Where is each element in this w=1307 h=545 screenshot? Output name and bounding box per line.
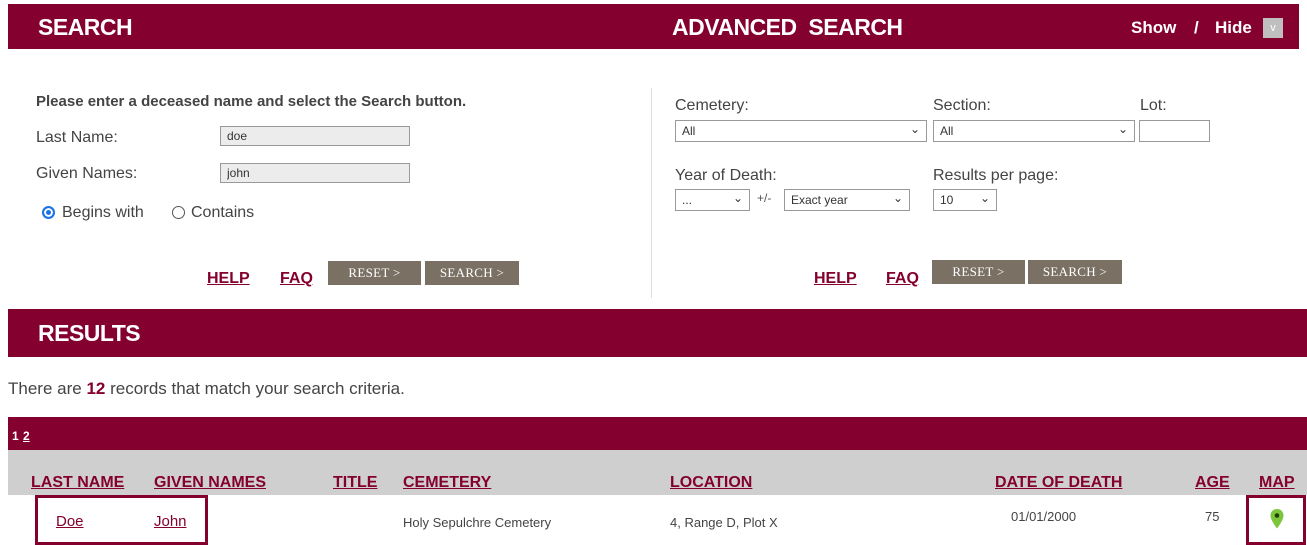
year-of-death-label: Year of Death:: [675, 167, 777, 184]
summary-suffix: records that match your search criteria.: [105, 379, 405, 398]
section-select-value: All: [940, 124, 954, 138]
results-per-page-value: 10: [940, 193, 954, 207]
given-names-input[interactable]: [220, 163, 410, 183]
col-cemetery[interactable]: CEMETERY: [403, 474, 491, 492]
toggle-advanced-button[interactable]: v: [1263, 18, 1283, 38]
col-age[interactable]: AGE: [1195, 474, 1230, 492]
results-per-page-select[interactable]: 10 ⌄: [933, 189, 997, 211]
age-cell: 75: [1205, 509, 1220, 524]
hide-link[interactable]: Hide: [1215, 18, 1252, 38]
search-title: SEARCH: [38, 14, 133, 40]
chevron-down-icon: ⌄: [1117, 122, 1128, 136]
advanced-faq-link[interactable]: FAQ: [886, 270, 919, 288]
page-1: 1: [12, 429, 19, 443]
reset-button[interactable]: RESET >: [328, 261, 421, 285]
chevron-down-icon: ⌄: [892, 191, 903, 205]
advanced-search-panel: Cemetery: All ⌄ Section: All ⌄ Lot: Year…: [660, 50, 1300, 300]
advanced-search-title: ADVANCED SEARCH: [672, 14, 903, 40]
results-summary: There are 12 records that match your sea…: [8, 379, 405, 399]
page-2-link[interactable]: 2: [23, 429, 30, 443]
contains-radio[interactable]: [172, 206, 185, 219]
year-select[interactable]: ... ⌄: [675, 189, 750, 211]
year-range-value: Exact year: [791, 193, 848, 207]
chevron-down-icon: ⌄: [979, 191, 990, 205]
panel-divider: [651, 88, 652, 298]
begins-with-label[interactable]: Begins with: [62, 204, 144, 222]
cemetery-select-value: All: [682, 124, 696, 138]
section-select[interactable]: All ⌄: [933, 120, 1135, 142]
col-location[interactable]: LOCATION: [670, 474, 752, 492]
lot-label: Lot:: [1140, 97, 1167, 114]
pagination-bar: 1 2: [8, 417, 1307, 450]
advanced-help-link[interactable]: HELP: [814, 270, 857, 288]
last-name-label: Last Name:: [36, 129, 118, 146]
col-given-names[interactable]: GIVEN NAMES: [154, 474, 266, 492]
col-title[interactable]: TITLE: [333, 474, 377, 492]
show-hide-separator: /: [1194, 18, 1199, 37]
col-last-name[interactable]: LAST NAME: [31, 474, 124, 492]
search-instructions: Please enter a deceased name and select …: [36, 93, 467, 110]
map-highlight-box: [1246, 495, 1306, 545]
result-count: 12: [86, 379, 106, 398]
cemetery-cell: Holy Sepulchre Cemetery: [403, 515, 552, 530]
search-button[interactable]: SEARCH >: [425, 261, 519, 285]
advanced-reset-button[interactable]: RESET >: [932, 260, 1025, 284]
results-title: RESULTS: [38, 320, 141, 346]
col-map[interactable]: MAP: [1259, 474, 1295, 492]
cemetery-label: Cemetery:: [675, 97, 749, 114]
year-select-value: ...: [682, 193, 693, 207]
date-of-death-cell: 01/01/2000: [1011, 509, 1077, 524]
help-link[interactable]: HELP: [207, 270, 250, 288]
location-cell: 4, Range D, Plot X: [670, 515, 778, 530]
name-highlight-box: [35, 495, 208, 545]
chevron-down-icon: ⌄: [909, 122, 920, 136]
year-range-select[interactable]: Exact year ⌄: [784, 189, 910, 211]
section-label: Section:: [933, 97, 991, 114]
show-link[interactable]: Show: [1131, 18, 1176, 38]
faq-link[interactable]: FAQ: [280, 270, 313, 288]
results-per-page-label: Results per page:: [933, 167, 1059, 184]
advanced-search-button[interactable]: SEARCH >: [1028, 260, 1122, 284]
cemetery-select[interactable]: All ⌄: [675, 120, 927, 142]
plus-minus-label: +/-: [757, 191, 772, 205]
results-header-bar: RESULTS: [8, 309, 1307, 357]
top-header-bar: SEARCH ADVANCED SEARCH Show / Hide v: [8, 4, 1299, 49]
basic-search-panel: Please enter a deceased name and select …: [0, 50, 650, 300]
last-name-input[interactable]: [220, 126, 410, 146]
chevron-down-icon: ⌄: [732, 191, 743, 205]
given-names-label: Given Names:: [36, 165, 138, 182]
contains-label[interactable]: Contains: [191, 204, 254, 222]
lot-input[interactable]: [1139, 120, 1210, 142]
begins-with-radio[interactable]: [42, 206, 55, 219]
summary-prefix: There are: [8, 379, 87, 398]
col-date-of-death[interactable]: DATE OF DEATH: [995, 474, 1122, 492]
